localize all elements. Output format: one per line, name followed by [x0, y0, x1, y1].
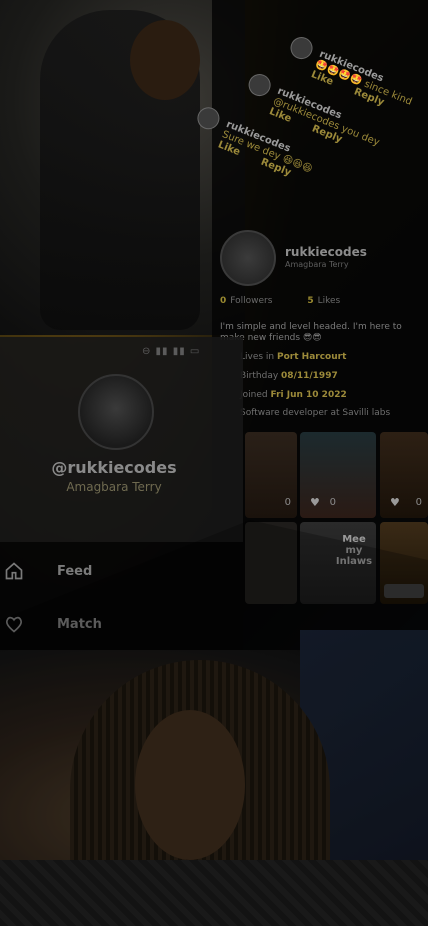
post-overlay-bar [384, 584, 424, 598]
card-avatar[interactable] [78, 374, 154, 450]
post-tile[interactable]: ♥ 0 [380, 432, 428, 518]
drawer-menu: Feed Match [0, 542, 243, 652]
post-caption: Mee my Inlaws [335, 534, 373, 567]
profile-joined: Joined Fri Jun 10 2022 [240, 390, 347, 400]
post-tile[interactable] [245, 522, 297, 604]
menu-item-feed[interactable]: Feed [0, 546, 243, 596]
menu-item-match[interactable]: Match [0, 599, 243, 649]
followers-stat[interactable]: 0 Followers [220, 296, 288, 306]
profile-bio: I'm simple and level headed. I'm here to… [220, 322, 402, 343]
feed-photo-bottom[interactable] [0, 630, 428, 926]
photo-face [135, 710, 245, 860]
likes-stat[interactable]: 5 Likes [307, 296, 356, 306]
post-like-count: 0 [415, 497, 422, 508]
profile-avatar[interactable] [220, 230, 276, 286]
profile-work: Software developer at Savilli labs [240, 408, 391, 418]
profile-lives: Lives in Port Harcourt [240, 352, 347, 362]
menu-label-match: Match [57, 616, 102, 632]
card-location: Amagbara Terry [66, 480, 162, 494]
app-screen: rukkiecodes 🤩🤩🤩🤩 since kind Like Reply r… [0, 0, 428, 926]
profile-stats: 0 Followers 5 Likes [220, 296, 372, 306]
profile-birthday: Birthday 08/11/1997 [240, 371, 338, 381]
menu-label-feed: Feed [57, 563, 93, 579]
post-like-count: 0 [284, 497, 291, 508]
post-tile[interactable]: ♥ 0 [300, 432, 376, 518]
status-bar-icons: ⊖ ▮▮ ▮▮ ▭ [142, 346, 201, 357]
heart-icon: ♥ [390, 496, 400, 509]
heart-icon: ♥ [310, 496, 320, 509]
post-tile[interactable] [380, 522, 428, 604]
profile-username: rukkiecodes [285, 245, 367, 259]
post-like-count: 0 [329, 497, 336, 508]
comment-avatar[interactable] [245, 70, 274, 100]
post-tile[interactable]: Mee my Inlaws [300, 522, 376, 604]
post-tile[interactable]: 0 [245, 432, 297, 518]
card-handle: @rukkiecodes [51, 458, 177, 477]
heart-icon [6, 616, 22, 633]
profile-location: Amagbara Terry [285, 260, 349, 269]
home-icon [5, 562, 23, 580]
photo-fabric [0, 860, 428, 926]
comment-text: you dey [339, 123, 381, 149]
comment-avatar[interactable] [194, 103, 223, 133]
